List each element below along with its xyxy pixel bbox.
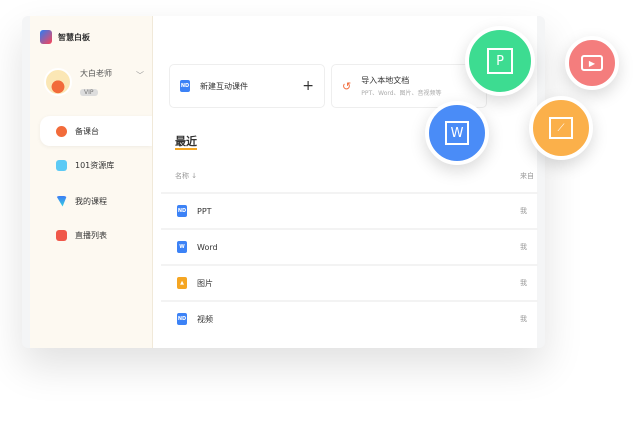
file-from: 我 [520,279,527,287]
sidebar-item-library[interactable]: 101资源库 [40,150,152,180]
library-icon [56,159,67,171]
prepare-icon [56,125,67,137]
table-row[interactable]: ND 视频 我 [161,300,538,336]
nd-file-icon: ND [177,313,187,325]
nd-file-icon: ND [177,205,187,217]
image-icon: ⟋ [549,117,573,139]
import-label: 导入本地文档 [361,76,410,85]
sidebar-item-prepare[interactable]: 备课台 [40,116,152,146]
file-from: 我 [520,315,527,323]
user-profile[interactable]: 大白老师 VIP [44,68,112,98]
word-icon: W [445,121,469,145]
import-icon: ↺ [342,79,352,93]
word-badge: W [425,101,489,165]
new-courseware-label: 新建互动课件 [200,81,248,91]
avatar [44,68,72,96]
app-name: 智慧白板 [58,32,90,42]
table-row[interactable]: W Word 我 [161,228,538,264]
video-badge: ▶ [565,36,619,90]
sidebar-item-label: 直播列表 [75,230,107,240]
ppt-icon: P [487,48,513,74]
file-name: 视频 [197,314,213,324]
recent-heading: 最近 [175,135,197,150]
file-name: 图片 [197,278,213,288]
column-header-name[interactable]: 名称 ↓ [175,171,197,181]
word-file-icon: W [177,241,187,253]
sidebar: 智慧白板 大白老师 VIP ﹀ 备课台 101资源库 我的课程 直播列表 [30,16,152,348]
import-subtitle: PPT、Word、图片、音视频等 [361,90,442,97]
play-icon: ▶ [581,55,603,71]
courses-icon [56,195,67,207]
file-name: PPT [197,206,212,216]
image-file-icon: ▲ [177,277,187,289]
table-row[interactable]: ▲ 图片 我 [161,264,538,300]
image-badge: ⟋ [529,96,593,160]
new-courseware-button[interactable]: ND 新建互动课件 + [169,64,325,108]
sidebar-item-label: 备课台 [75,126,99,136]
logo-icon [40,30,52,44]
sidebar-item-label: 我的课程 [75,196,107,206]
tv-icon [56,229,67,241]
nd-file-icon: ND [180,80,190,92]
plus-icon: + [302,78,314,94]
user-name: 大白老师 [80,69,112,78]
file-from: 我 [520,243,527,251]
sidebar-item-courses[interactable]: 我的课程 [40,186,152,216]
ppt-badge: P [465,26,535,96]
sidebar-item-live[interactable]: 直播列表 [40,220,152,250]
column-header-from: 来自 [520,172,534,180]
file-name: Word [197,242,218,252]
file-from: 我 [520,207,527,215]
table-row[interactable]: ND PPT 我 [161,192,538,228]
app-logo: 智慧白板 [40,30,90,44]
chevron-down-icon[interactable]: ﹀ [136,70,144,81]
vip-badge: VIP [80,89,98,96]
sidebar-item-label: 101资源库 [75,160,115,170]
